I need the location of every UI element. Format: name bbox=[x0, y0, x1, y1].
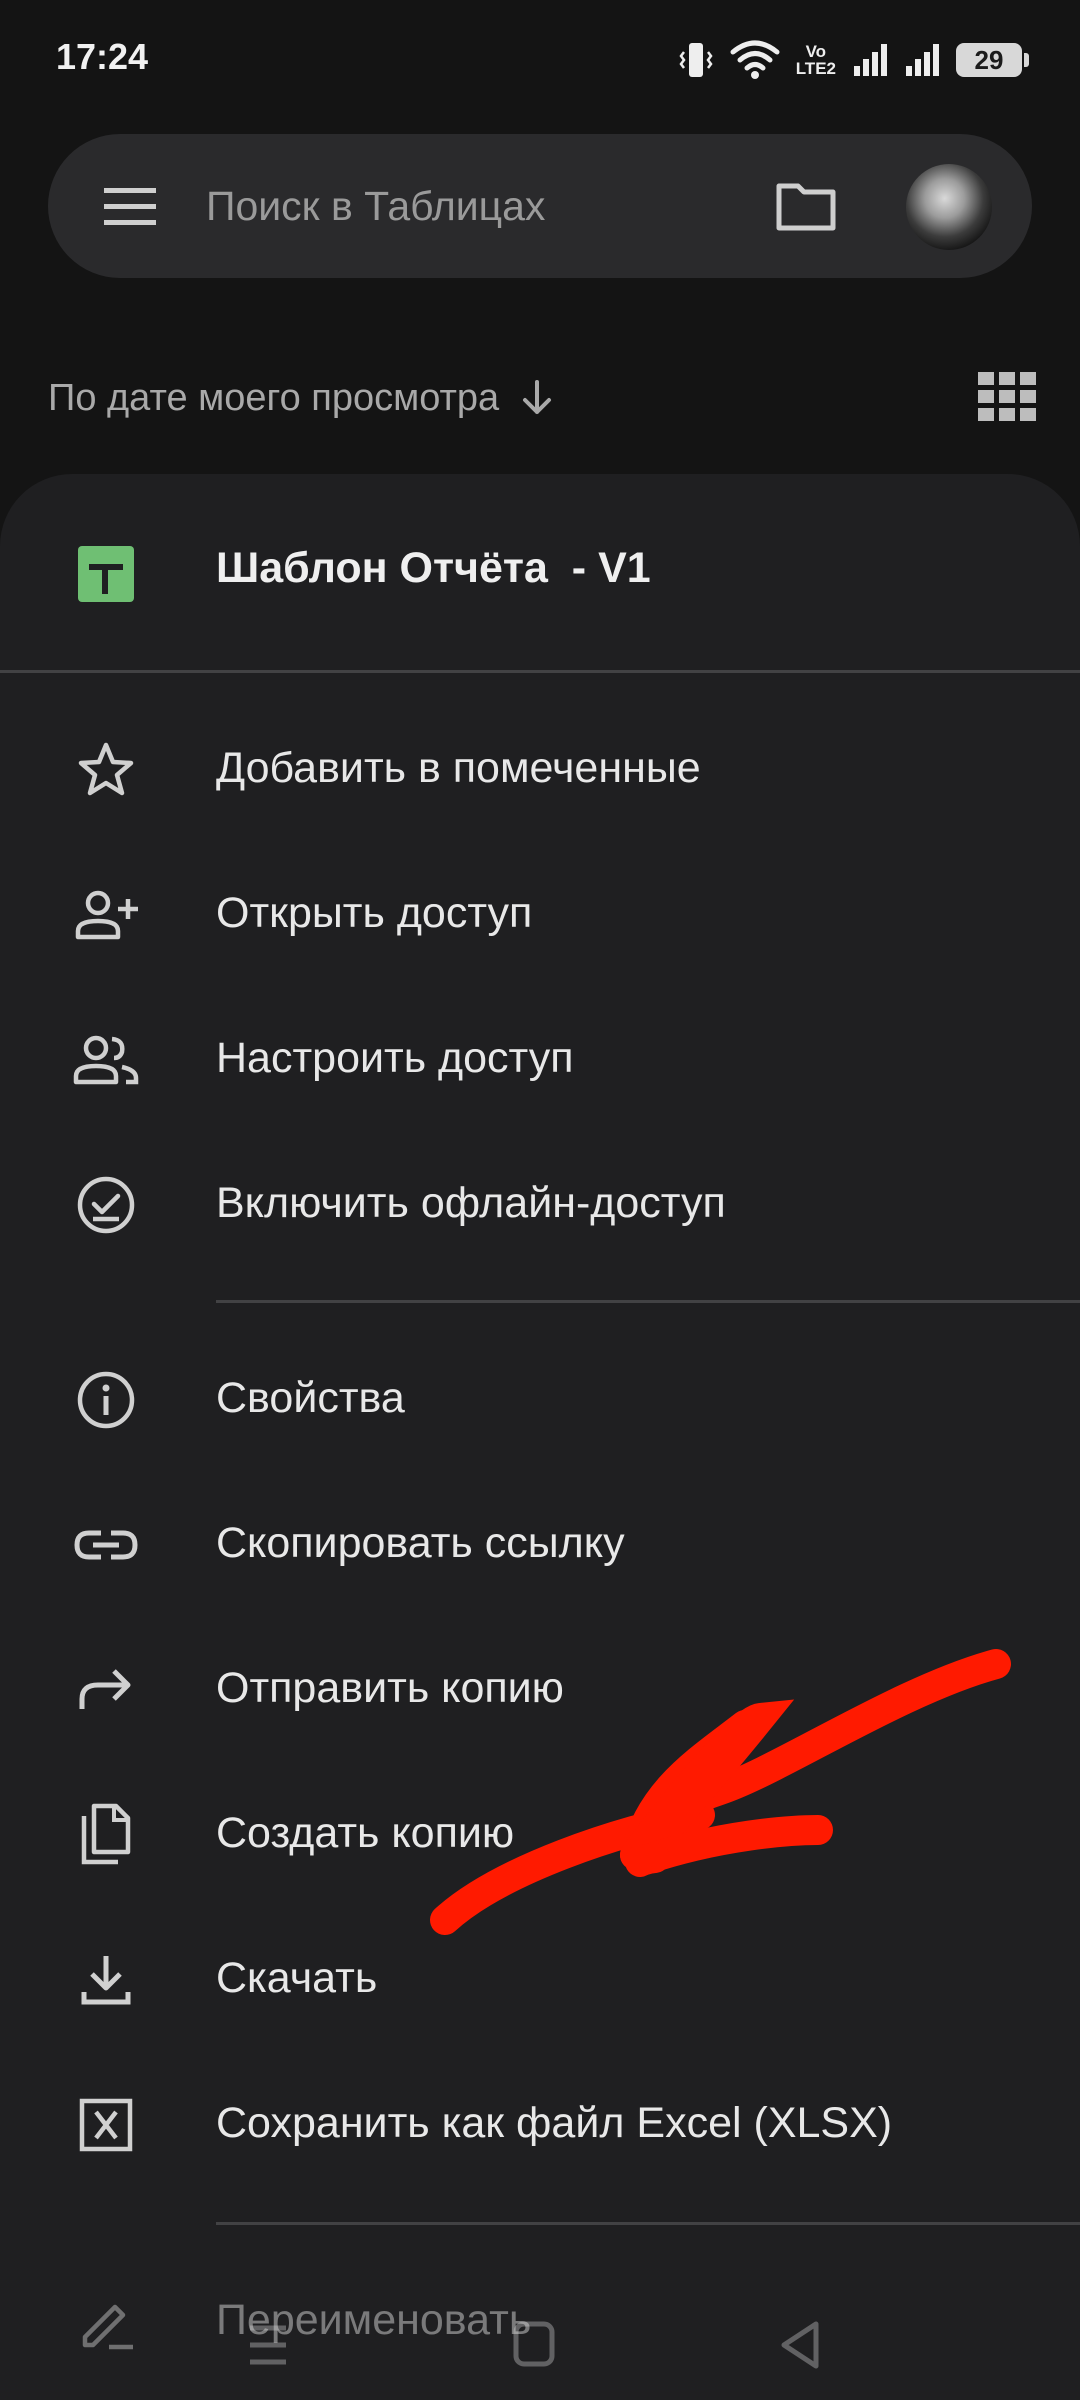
excel-file-icon bbox=[72, 2091, 140, 2159]
signal-icon-2 bbox=[906, 44, 939, 76]
menu-item-send-copy[interactable]: Отправить копию bbox=[0, 1618, 1080, 1758]
wifi-icon bbox=[730, 40, 780, 79]
file-title: Шаблон Отчёта - V1 bbox=[216, 544, 651, 592]
person-add-icon bbox=[72, 881, 140, 949]
folder-icon[interactable] bbox=[774, 178, 838, 234]
grid-view-icon[interactable] bbox=[978, 372, 1036, 422]
avatar[interactable] bbox=[906, 164, 992, 250]
search-bar[interactable] bbox=[48, 134, 1032, 278]
sort-control[interactable]: По дате моего просмотра bbox=[48, 370, 555, 426]
section-divider bbox=[216, 2222, 1080, 2225]
status-icons: Vo LTE2 29 bbox=[678, 38, 1029, 82]
file-actions-sheet: Шаблон Отчёта - V1 Добавить в помеченные… bbox=[0, 474, 1080, 2400]
menu-item-label: Создать копию bbox=[216, 1809, 515, 1857]
offline-check-icon bbox=[72, 1171, 140, 1239]
section-divider bbox=[216, 1300, 1080, 1303]
menu-item-label: Отправить копию bbox=[216, 1664, 564, 1712]
menu-item-label: Открыть доступ bbox=[216, 889, 533, 937]
status-time: 17:24 bbox=[56, 36, 149, 77]
menu-item-label: Скопировать ссылку bbox=[216, 1519, 625, 1567]
menu-item-label: Включить офлайн-доступ bbox=[216, 1179, 726, 1227]
volte-indicator: Vo LTE2 bbox=[796, 43, 836, 77]
menu-item-manage-access[interactable]: Настроить доступ bbox=[0, 988, 1080, 1128]
copy-icon bbox=[72, 1801, 140, 1869]
menu-item-copy-link[interactable]: Скопировать ссылку bbox=[0, 1473, 1080, 1613]
volte-line1: Vo bbox=[805, 42, 827, 61]
volte-line2: LTE2 bbox=[795, 59, 836, 78]
battery-indicator: 29 bbox=[956, 43, 1029, 77]
forward-arrow-icon bbox=[72, 1656, 140, 1724]
sort-label: По дате моего просмотра bbox=[48, 376, 500, 419]
menu-item-share[interactable]: Открыть доступ bbox=[0, 843, 1080, 983]
system-navigation-bar bbox=[0, 2290, 1080, 2400]
menu-item-label: Настроить доступ bbox=[216, 1034, 574, 1082]
google-sheets-icon bbox=[78, 546, 134, 602]
status-bar: 17:24 Vo LTE2 29 bbox=[0, 0, 1080, 120]
menu-item-details[interactable]: Свойства bbox=[0, 1328, 1080, 1468]
menu-item-label: Свойства bbox=[216, 1374, 405, 1422]
vibrate-icon bbox=[679, 43, 713, 77]
info-icon bbox=[72, 1366, 140, 1434]
search-input[interactable] bbox=[204, 178, 764, 234]
recent-apps-icon[interactable] bbox=[228, 2310, 308, 2380]
home-icon[interactable] bbox=[494, 2310, 574, 2380]
hamburger-menu-icon[interactable] bbox=[100, 180, 160, 232]
menu-item-label: Добавить в помеченные bbox=[216, 744, 701, 792]
menu-item-add-starred[interactable]: Добавить в помеченные bbox=[0, 698, 1080, 838]
signal-icon-1 bbox=[854, 44, 887, 76]
people-icon bbox=[72, 1026, 140, 1094]
menu-item-download[interactable]: Скачать bbox=[0, 1908, 1080, 2048]
arrow-down-icon bbox=[523, 380, 552, 414]
link-icon bbox=[72, 1511, 140, 1579]
menu-item-label: Сохранить как файл Excel (XLSX) bbox=[216, 2099, 893, 2147]
sheet-header: Шаблон Отчёта - V1 bbox=[0, 474, 1080, 670]
download-icon bbox=[72, 1946, 140, 2014]
star-outline-icon bbox=[72, 736, 140, 804]
menu-item-label: Скачать bbox=[216, 1954, 378, 2002]
back-icon[interactable] bbox=[760, 2310, 840, 2380]
menu-item-save-excel[interactable]: Сохранить как файл Excel (XLSX) bbox=[0, 2053, 1080, 2193]
header-divider bbox=[0, 670, 1080, 673]
menu-item-make-copy[interactable]: Создать копию bbox=[0, 1763, 1080, 1903]
menu-item-offline[interactable]: Включить офлайн-доступ bbox=[0, 1133, 1080, 1273]
